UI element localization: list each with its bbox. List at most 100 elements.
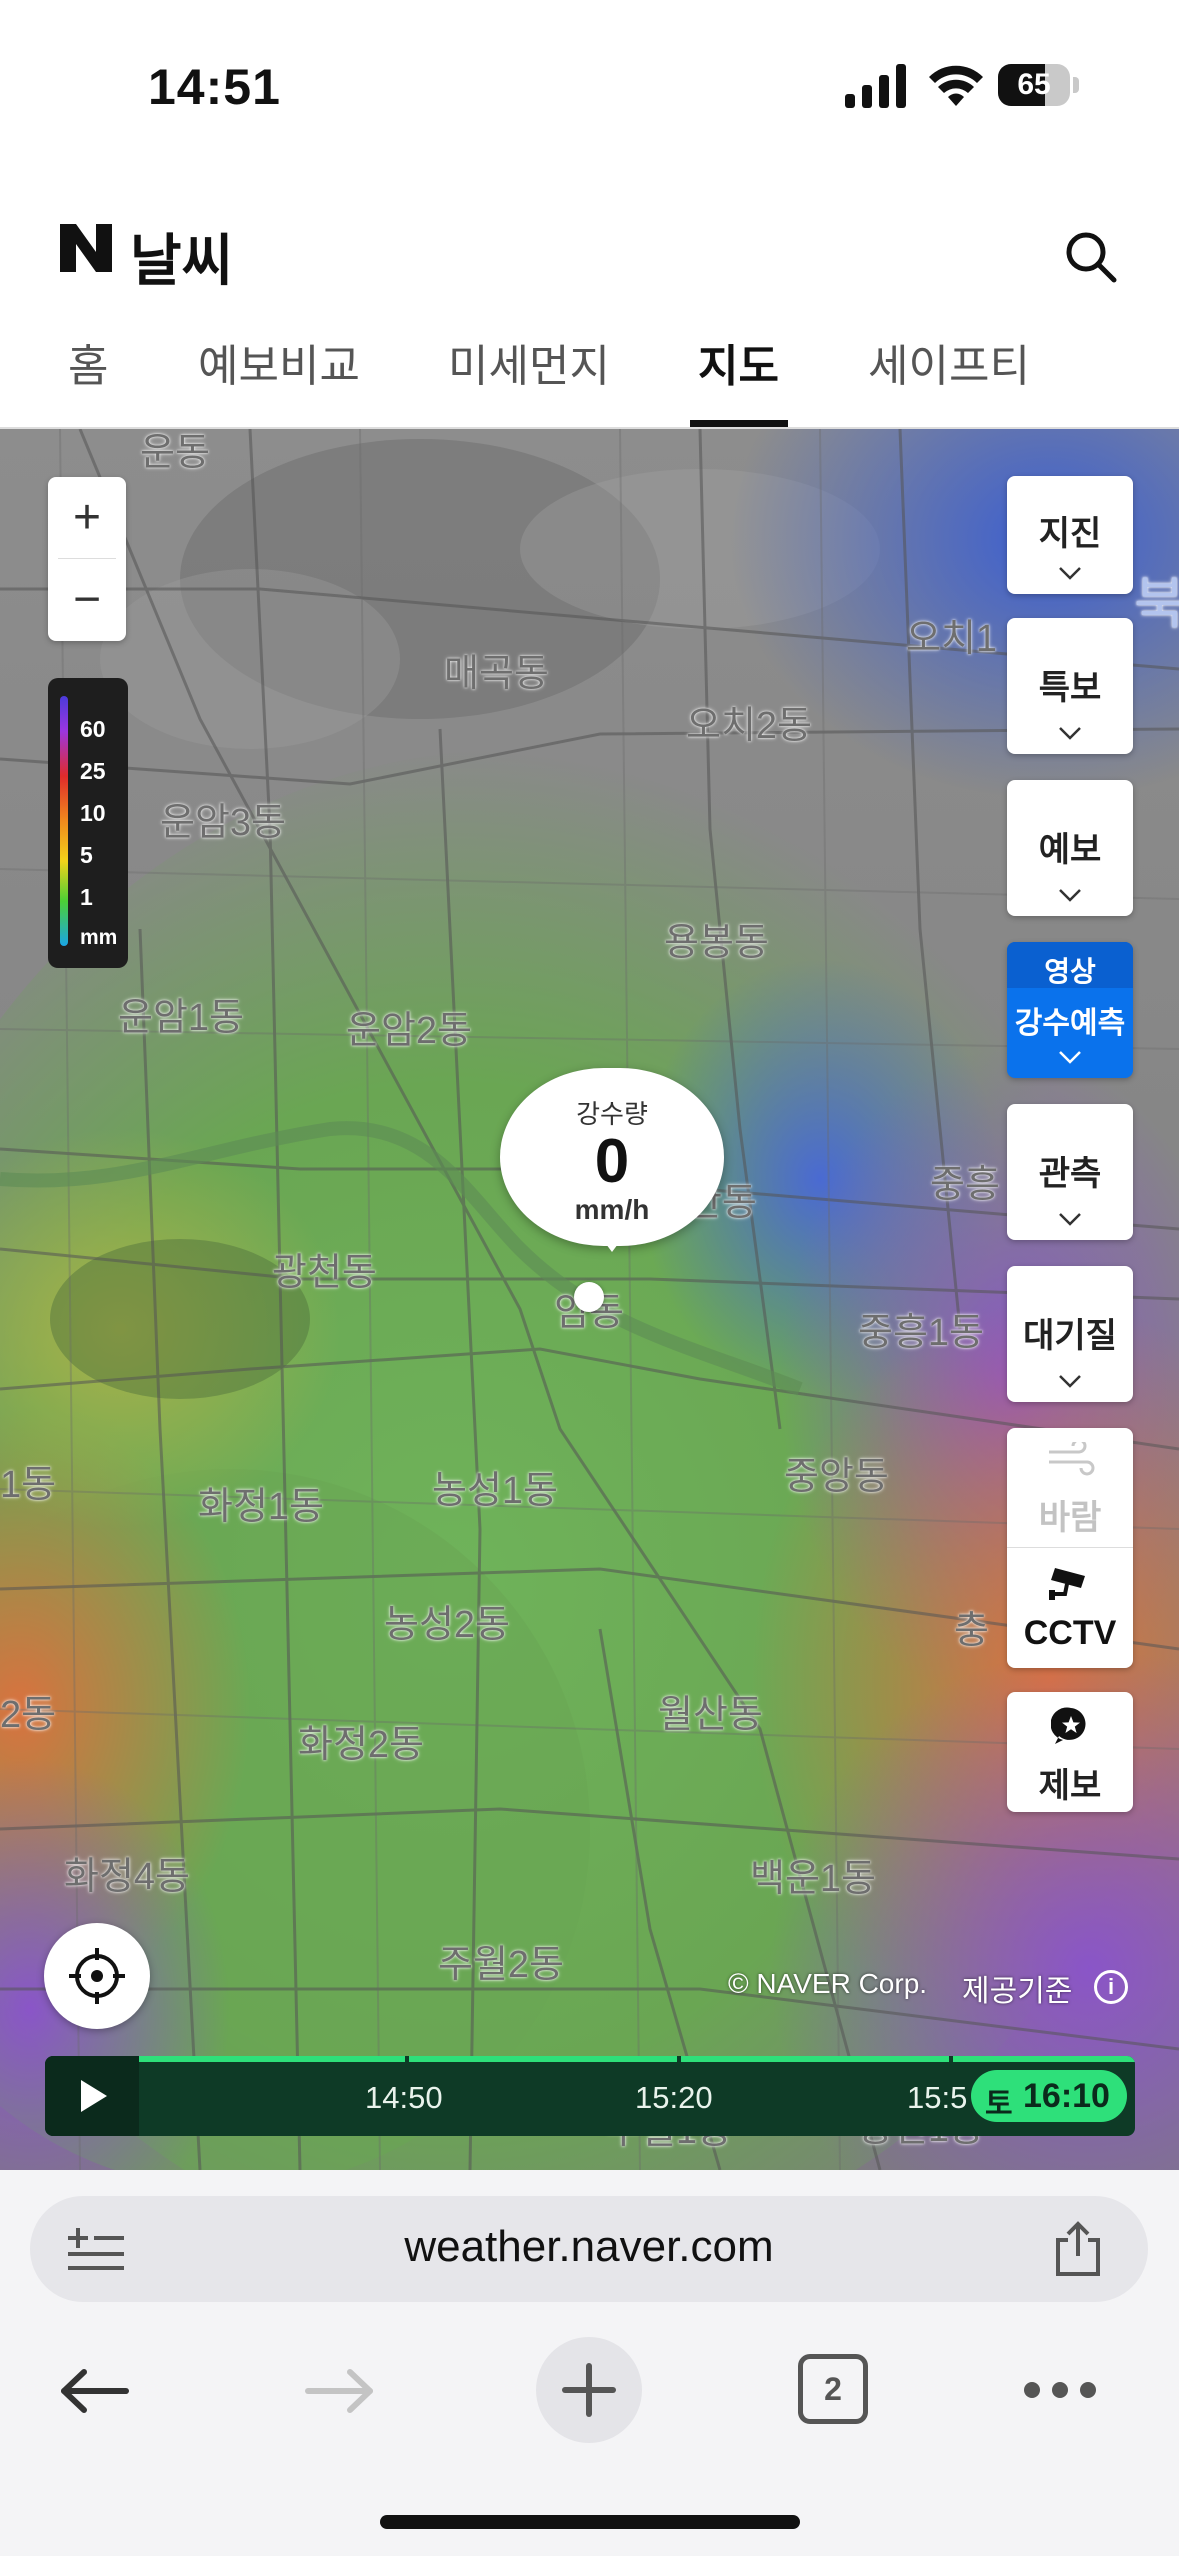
timeline-track[interactable] — [139, 2056, 1135, 2062]
radar-top-label: 영상 — [1044, 956, 1096, 987]
precipitation-bubble[interactable]: 강수량 0 mm/h — [500, 1068, 724, 1268]
timeline-label: 15:20 — [635, 2080, 713, 2115]
report-star-icon — [1051, 1707, 1086, 1744]
place-label: 북 — [1134, 572, 1179, 635]
report-label: 제보 — [1038, 1767, 1102, 1805]
legend-color-bar — [60, 696, 68, 946]
place-label: 2동 — [0, 1694, 57, 1736]
url-text[interactable]: weather.naver.com — [30, 2222, 1148, 2272]
place-label: 주월2동 — [438, 1944, 565, 1986]
tab-safety[interactable]: 세이프티 — [868, 330, 1030, 394]
play-icon — [81, 2080, 107, 2112]
status-time: 14:51 — [148, 59, 281, 115]
forward-arrow-icon[interactable] — [304, 2368, 376, 2414]
provider-link[interactable]: 제공기준 — [962, 1966, 1072, 2010]
earthquake-label: 지진 — [1038, 515, 1102, 553]
place-label: 1동 — [0, 1464, 57, 1506]
naver-logo-icon[interactable] — [58, 220, 114, 276]
precipitation-forecast-button[interactable]: 영상 강수예측 — [1007, 942, 1133, 1078]
crosshair-icon — [69, 1948, 125, 2004]
observation-label: 관측 — [1038, 1155, 1102, 1193]
place-label: 운동 — [140, 432, 210, 474]
info-icon[interactable]: i — [1094, 1970, 1128, 2004]
tab-bar: 홈 예보비교 미세먼지 지도 세이프티 — [0, 320, 1179, 428]
battery-icon: 65 — [998, 64, 1080, 106]
wind-label: 바람 — [1038, 1499, 1102, 1537]
tab-forecast-compare[interactable]: 예보비교 — [198, 330, 360, 394]
wifi-icon — [929, 65, 983, 106]
app-title[interactable]: 날씨 — [130, 216, 233, 297]
place-label: 운암1동 — [118, 997, 245, 1039]
browser-nav: 2 — [0, 2330, 1179, 2450]
place-label: 월산동 — [658, 1694, 763, 1736]
forecast-label: 예보 — [1038, 831, 1102, 869]
tab-count-button[interactable]: 2 — [798, 2354, 868, 2424]
precipitation-value: 0 — [594, 1127, 630, 1196]
report-button[interactable]: 제보 — [1007, 1692, 1133, 1812]
timeline-label: 15:5 — [907, 2080, 968, 2115]
cctv-camera-icon — [1049, 1568, 1085, 1600]
active-tab-indicator — [690, 420, 788, 427]
home-indicator — [380, 2515, 800, 2529]
timeline-label: 14:50 — [365, 2080, 443, 2115]
observation-button[interactable]: 관측 — [1007, 1104, 1133, 1240]
radar-main-label: 강수예측 — [1014, 1007, 1126, 1040]
place-label: 화정2동 — [298, 1724, 425, 1766]
chevron-down-icon — [1059, 1213, 1081, 1226]
place-label: 중앙동 — [784, 1456, 889, 1498]
legend-value: 1 — [80, 884, 93, 910]
place-label: 농성1동 — [432, 1470, 559, 1512]
wind-button[interactable]: 바람 — [1007, 1428, 1133, 1546]
place-label: 광천동 — [272, 1252, 377, 1294]
current-location-button[interactable] — [44, 1923, 150, 2029]
chevron-down-icon — [1059, 1051, 1081, 1064]
place-label: 충 — [954, 1610, 989, 1652]
earthquake-button[interactable]: 지진 — [1007, 476, 1133, 594]
tab-home[interactable]: 홈 — [68, 330, 108, 394]
cctv-button[interactable]: CCTV — [1007, 1548, 1133, 1668]
cellular-signal-icon — [845, 64, 906, 108]
place-label: 화정1동 — [198, 1486, 325, 1528]
place-label: 운암2동 — [346, 1010, 473, 1052]
search-icon[interactable] — [1060, 226, 1120, 286]
air-quality-label: 대기질 — [1023, 1317, 1117, 1355]
place-label: 매곡동 — [444, 653, 549, 695]
wind-cctv-group: 바람 CCTV — [1007, 1428, 1133, 1668]
chevron-down-icon — [1059, 727, 1081, 740]
location-marker — [574, 1282, 604, 1312]
address-bar[interactable]: weather.naver.com — [30, 2196, 1148, 2302]
place-label: 중흥1동 — [858, 1312, 985, 1354]
place-label: 오치2동 — [686, 705, 813, 747]
tab-fine-dust[interactable]: 미세먼지 — [448, 330, 610, 394]
cctv-label: CCTV — [1023, 1614, 1117, 1652]
chevron-down-icon — [1059, 567, 1081, 580]
zoom-in-button[interactable]: + — [48, 477, 126, 559]
place-label: 백운1동 — [750, 1858, 877, 1900]
forecast-button[interactable]: 예보 — [1007, 780, 1133, 916]
play-button[interactable] — [45, 2056, 139, 2136]
chevron-down-icon — [1059, 1375, 1081, 1388]
chevron-down-icon — [1059, 889, 1081, 902]
legend-value: 60 — [80, 716, 106, 742]
warning-button[interactable]: 특보 — [1007, 618, 1133, 754]
back-arrow-icon[interactable] — [58, 2368, 130, 2414]
copyright-text: © NAVER Corp. — [728, 1968, 928, 1999]
place-label: 용봉동 — [664, 922, 769, 964]
precipitation-unit: mm/h — [574, 1194, 650, 1225]
plus-icon — [562, 2363, 616, 2417]
legend-value: 25 — [80, 758, 106, 784]
tab-map[interactable]: 지도 — [698, 330, 779, 394]
place-label: 중흥 — [930, 1164, 1000, 1206]
zoom-out-button[interactable]: − — [48, 559, 126, 641]
place-label: 화정4동 — [64, 1856, 191, 1898]
air-quality-button[interactable]: 대기질 — [1007, 1266, 1133, 1402]
timeline-player[interactable]: 14:50 15:20 15:5 토 16:10 — [45, 2056, 1135, 2136]
precipitation-legend: 60 25 10 5 1 mm — [48, 678, 128, 968]
zoom-control: + − — [48, 477, 126, 641]
place-label: 오치1 — [906, 618, 998, 660]
battery-level: 65 — [1017, 68, 1051, 101]
new-tab-button[interactable] — [536, 2337, 642, 2443]
share-icon[interactable] — [1050, 2220, 1106, 2278]
current-time-pill[interactable]: 토 16:10 — [971, 2070, 1127, 2122]
more-options-icon[interactable] — [1022, 2380, 1098, 2400]
